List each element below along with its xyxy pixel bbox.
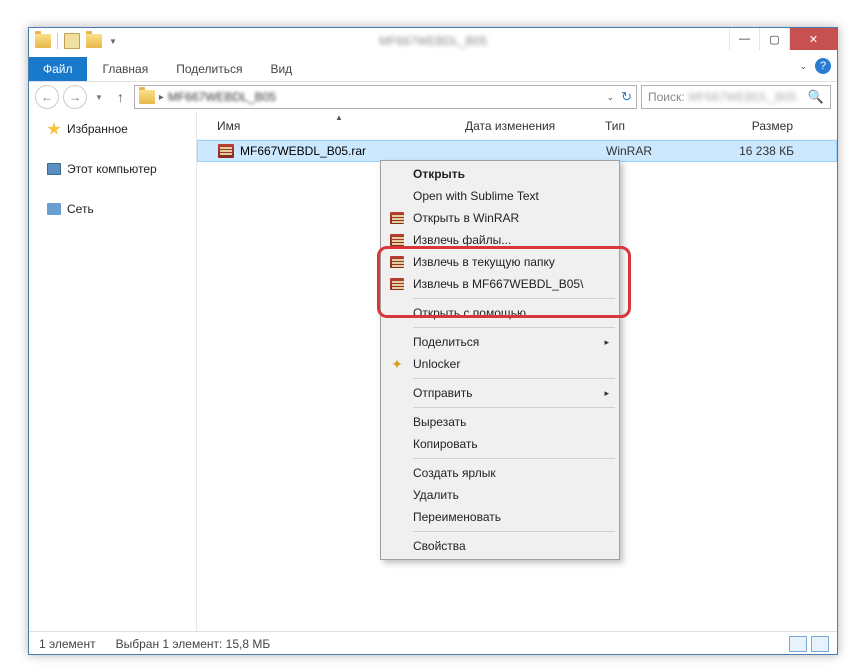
menu-open-with[interactable]: Открыть с помощью...	[383, 302, 617, 324]
status-count: 1 элемент	[39, 637, 96, 651]
folder-icon	[139, 90, 155, 104]
menu-rename[interactable]: Переименовать	[383, 506, 617, 528]
context-menu: Открыть Open with Sublime Text Открыть в…	[380, 160, 620, 560]
status-selected: Выбран 1 элемент: 15,8 МБ	[116, 637, 271, 651]
search-label: Поиск:	[648, 90, 685, 104]
file-tab[interactable]: Файл	[29, 57, 87, 81]
menu-extract-here[interactable]: Извлечь в текущую папку	[383, 251, 617, 273]
chevron-right-icon[interactable]: ▸	[159, 92, 164, 103]
quick-access-toolbar: ▼	[35, 33, 118, 49]
window-title: MF667WEBDL_B05	[379, 34, 487, 48]
maximize-button[interactable]: ▢	[759, 28, 789, 50]
file-name: MF667WEBDL_B05.rar	[240, 144, 366, 158]
menu-properties[interactable]: Свойства	[383, 535, 617, 557]
network-icon	[47, 203, 61, 215]
menu-share[interactable]: Поделиться▸	[383, 331, 617, 353]
breadcrumb[interactable]: MF667WEBDL_B05	[168, 90, 276, 104]
ribbon: Файл Главная Поделиться Вид ⌄ ?	[29, 54, 837, 82]
history-dropdown-icon[interactable]: ▼	[91, 93, 107, 102]
file-row[interactable]: MF667WEBDL_B05.rar WinRAR 16 238 КБ	[197, 140, 837, 162]
column-type[interactable]: Тип	[599, 119, 699, 133]
sidebar-item-this-pc[interactable]: Этот компьютер	[29, 158, 196, 180]
search-input[interactable]: Поиск: MF667WEBDL_B05 🔍	[641, 85, 831, 109]
separator	[413, 378, 615, 379]
status-bar: 1 элемент Выбран 1 элемент: 15,8 МБ	[29, 631, 837, 655]
star-icon	[47, 122, 61, 136]
navigation-pane: Избранное Этот компьютер Сеть	[29, 112, 197, 631]
forward-button[interactable]: →	[63, 85, 87, 109]
separator	[413, 298, 615, 299]
details-view-icon[interactable]	[789, 636, 807, 652]
new-folder-icon[interactable]	[86, 34, 102, 48]
file-type-cell: WinRAR	[600, 144, 700, 158]
menu-open[interactable]: Открыть	[383, 163, 617, 185]
sidebar-item-label: Этот компьютер	[67, 162, 157, 176]
tab-share[interactable]: Поделиться	[162, 57, 256, 81]
menu-open-winrar[interactable]: Открыть в WinRAR	[383, 207, 617, 229]
tab-view[interactable]: Вид	[256, 57, 306, 81]
menu-shortcut[interactable]: Создать ярлык	[383, 462, 617, 484]
submenu-arrow-icon: ▸	[604, 337, 609, 348]
submenu-arrow-icon: ▸	[604, 388, 609, 399]
separator	[57, 33, 58, 49]
refresh-icon[interactable]: ↻	[621, 89, 632, 105]
sort-ascending-icon: ▲	[335, 113, 343, 122]
sidebar-item-label: Сеть	[67, 202, 94, 216]
column-name[interactable]: Имя ▲	[211, 119, 459, 133]
address-bar[interactable]: ▸ MF667WEBDL_B05 ⌄ ↻	[134, 85, 637, 109]
qat-dropdown-icon[interactable]: ▼	[108, 36, 118, 46]
expand-ribbon-icon[interactable]: ⌄	[799, 61, 807, 72]
menu-open-sublime[interactable]: Open with Sublime Text	[383, 185, 617, 207]
up-button[interactable]: ↑	[111, 89, 130, 105]
separator	[413, 407, 615, 408]
search-icon[interactable]: 🔍	[808, 89, 824, 105]
separator	[413, 531, 615, 532]
separator	[413, 327, 615, 328]
menu-delete[interactable]: Удалить	[383, 484, 617, 506]
search-placeholder: MF667WEBDL_B05	[689, 90, 797, 104]
minimize-button[interactable]: —	[729, 28, 759, 50]
computer-icon	[47, 163, 61, 175]
menu-send-to[interactable]: Отправить▸	[383, 382, 617, 404]
menu-unlocker[interactable]: Unlocker	[383, 353, 617, 375]
menu-extract-to[interactable]: Извлечь в MF667WEBDL_B05\	[383, 273, 617, 295]
rar-archive-icon	[218, 144, 234, 158]
navigation-bar: ← → ▼ ↑ ▸ MF667WEBDL_B05 ⌄ ↻ Поиск: MF66…	[29, 82, 837, 112]
properties-icon[interactable]	[64, 33, 80, 49]
column-headers: Имя ▲ Дата изменения Тип Размер	[197, 112, 837, 140]
menu-extract-files[interactable]: Извлечь файлы...	[383, 229, 617, 251]
help-icon[interactable]: ?	[815, 58, 831, 74]
window-controls: — ▢ ✕	[729, 28, 837, 50]
menu-cut[interactable]: Вырезать	[383, 411, 617, 433]
back-button[interactable]: ←	[35, 85, 59, 109]
menu-copy[interactable]: Копировать	[383, 433, 617, 455]
file-name-cell: MF667WEBDL_B05.rar	[212, 144, 460, 158]
title-bar: ▼ MF667WEBDL_B05 — ▢ ✕	[29, 28, 837, 54]
sidebar-item-label: Избранное	[67, 122, 128, 136]
separator	[413, 458, 615, 459]
folder-icon	[35, 34, 51, 48]
large-icons-view-icon[interactable]	[811, 636, 829, 652]
sidebar-item-favorites[interactable]: Избранное	[29, 118, 196, 140]
address-dropdown-icon[interactable]: ⌄	[606, 92, 614, 103]
tab-home[interactable]: Главная	[89, 57, 163, 81]
column-size[interactable]: Размер	[699, 119, 799, 133]
wand-icon	[389, 356, 405, 372]
view-switcher	[789, 636, 829, 652]
file-size-cell: 16 238 КБ	[700, 144, 800, 158]
close-button[interactable]: ✕	[789, 28, 837, 50]
column-date[interactable]: Дата изменения	[459, 119, 599, 133]
sidebar-item-network[interactable]: Сеть	[29, 198, 196, 220]
